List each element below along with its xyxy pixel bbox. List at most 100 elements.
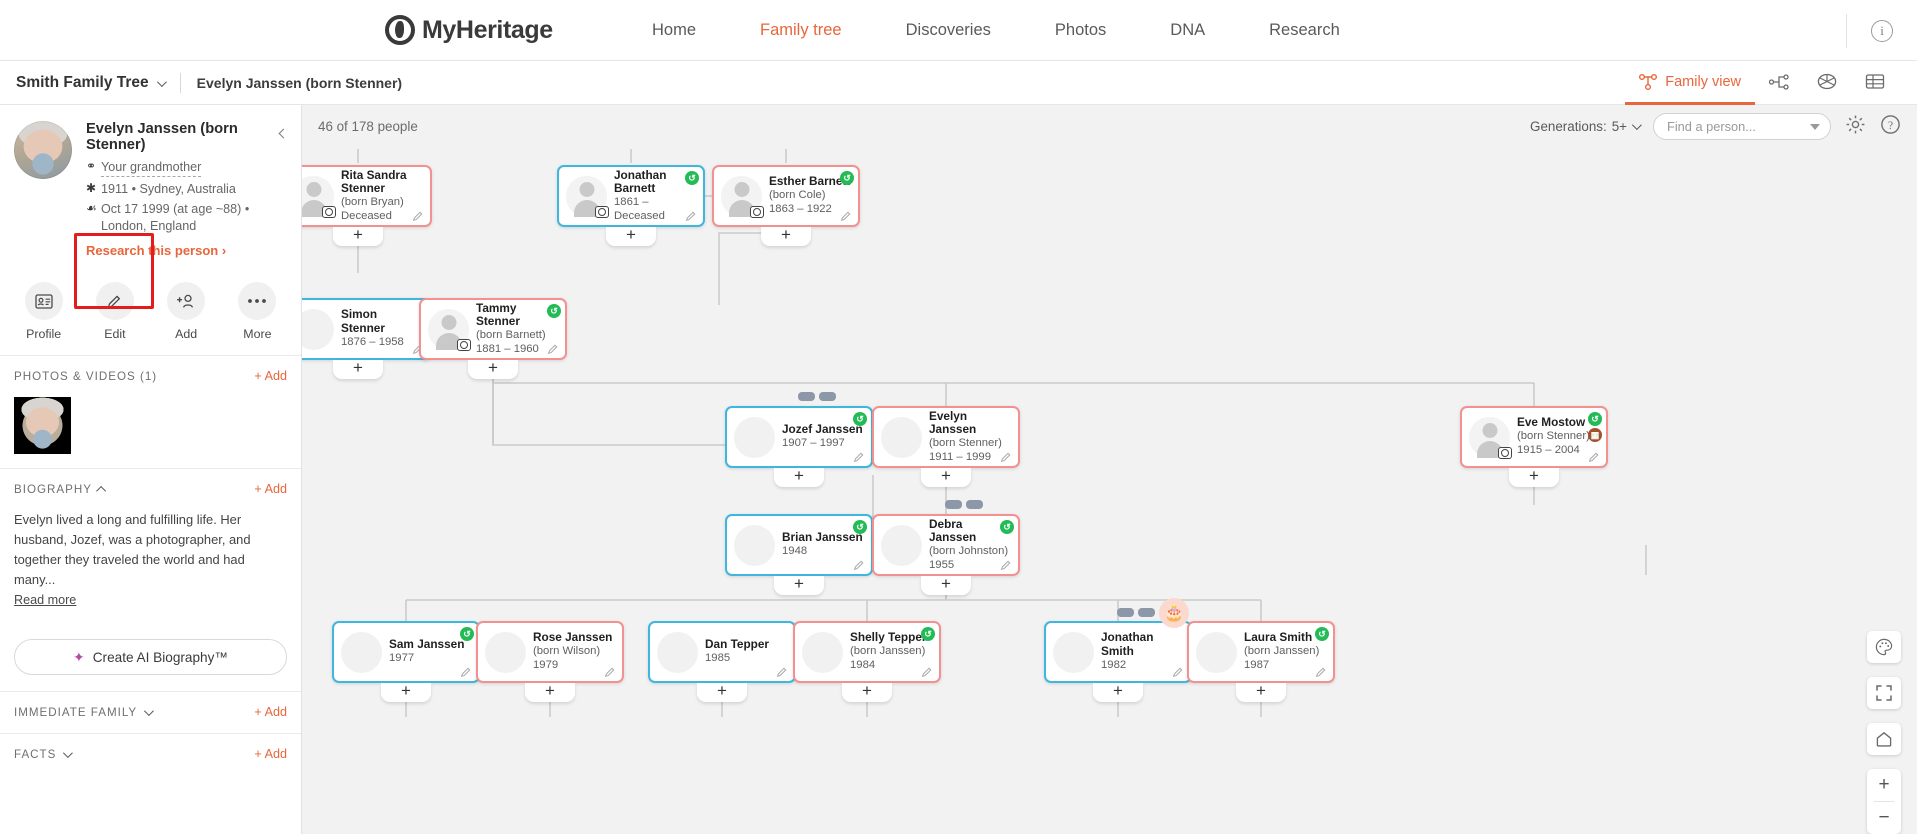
edit-pencil-icon[interactable] [685, 209, 697, 222]
smart-match-badge[interactable]: ↺ [853, 520, 867, 534]
person-card-shelly[interactable]: Shelly Tepper (born Janssen) 1984 ↺ [793, 621, 941, 683]
person-card-dan[interactable]: Dan Tepper 1985 [648, 621, 796, 683]
record-match-badge[interactable]: ▦ [1588, 428, 1602, 442]
fullscreen-button[interactable] [1867, 677, 1901, 709]
tab-family-view[interactable]: Family view [1625, 61, 1755, 105]
add-button[interactable]: Add [151, 276, 222, 345]
person-card-laura[interactable]: Laura Smith (born Janssen) 1987 ↺ [1187, 621, 1335, 683]
biography-title[interactable]: BIOGRAPHY [14, 483, 287, 496]
edit-pencil-icon[interactable] [1000, 450, 1012, 463]
edit-pencil-icon[interactable] [921, 665, 933, 678]
marriage-indicator[interactable] [1117, 608, 1155, 617]
tree-selector[interactable]: Smith Family Tree [16, 74, 167, 92]
add-relative-button[interactable]: + [697, 682, 747, 702]
immediate-family-add-button[interactable]: + Add [254, 705, 287, 719]
camera-icon[interactable] [1498, 446, 1512, 459]
info-icon[interactable]: i [1871, 19, 1893, 42]
person-card-jonathan_smith[interactable]: Jonathan Smith 1982 [1044, 621, 1192, 683]
add-relative-button[interactable]: + [921, 575, 971, 595]
nav-item-discoveries[interactable]: Discoveries [874, 21, 1023, 40]
smart-match-badge[interactable]: ↺ [1588, 412, 1602, 426]
add-relative-button[interactable]: + [333, 226, 383, 246]
home-button[interactable] [1867, 723, 1901, 755]
person-card-simon[interactable]: Simon Stenner 1876 – 1958 [302, 298, 432, 360]
smart-match-badge[interactable]: ↺ [547, 304, 561, 318]
edit-pencil-icon[interactable] [460, 665, 472, 678]
add-relative-button[interactable]: + [333, 359, 383, 379]
add-relative-button[interactable]: + [1093, 682, 1143, 702]
camera-icon[interactable] [457, 338, 471, 351]
nav-item-family-tree[interactable]: Family tree [728, 21, 874, 40]
nav-item-photos[interactable]: Photos [1023, 21, 1138, 40]
theme-button[interactable] [1867, 631, 1901, 663]
add-relative-button[interactable]: + [761, 226, 811, 246]
marriage-indicator[interactable] [798, 392, 836, 401]
create-ai-biography-button[interactable]: ✦ Create AI Biography™ [14, 639, 287, 676]
edit-pencil-icon[interactable] [1315, 665, 1327, 678]
add-relative-button[interactable]: + [842, 682, 892, 702]
tab-fan-view[interactable] [1803, 61, 1851, 105]
avatar[interactable] [14, 121, 72, 179]
immediate-family-title[interactable]: IMMEDIATE FAMILY [14, 706, 287, 719]
smart-match-badge[interactable]: ↺ [853, 412, 867, 426]
add-relative-button[interactable]: + [1509, 467, 1559, 487]
add-relative-button[interactable]: + [606, 226, 656, 246]
person-card-esther[interactable]: Esther Barnett (born Cole) 1863 – 1922 ↺ [712, 165, 860, 227]
nav-item-research[interactable]: Research [1237, 21, 1372, 40]
profile-button[interactable]: Profile [8, 276, 79, 345]
collapse-sidebar-button[interactable] [273, 123, 293, 143]
add-relative-button[interactable]: + [774, 467, 824, 487]
smart-match-badge[interactable]: ↺ [460, 627, 474, 641]
birthday-cake-badge[interactable]: 🎂 [1159, 598, 1189, 628]
person-card-jozef[interactable]: Jozef Janssen 1907 – 1997 ↺ [725, 406, 873, 468]
add-relative-button[interactable]: + [381, 682, 431, 702]
edit-pencil-icon[interactable] [412, 209, 424, 222]
biography-add-button[interactable]: + Add [254, 482, 287, 496]
smart-match-badge[interactable]: ↺ [685, 171, 699, 185]
person-card-rita[interactable]: Rita Sandra Stenner (born Bryan) Deceased [302, 165, 432, 227]
tab-list-view[interactable] [1851, 61, 1899, 105]
edit-button[interactable]: Edit [79, 276, 150, 345]
facts-title[interactable]: FACTS [14, 748, 287, 761]
read-more-link[interactable]: Read more [14, 593, 76, 607]
person-card-eve[interactable]: Eve Mostow (born Stenner) 1915 – 2004 ↺ ▦ [1460, 406, 1608, 468]
smart-match-badge[interactable]: ↺ [1315, 627, 1329, 641]
camera-icon[interactable] [750, 205, 764, 218]
more-button[interactable]: More [222, 276, 293, 345]
person-card-rose[interactable]: Rose Janssen (born Wilson) 1979 [476, 621, 624, 683]
smart-match-badge[interactable]: ↺ [921, 627, 935, 641]
edit-pencil-icon[interactable] [547, 342, 559, 355]
edit-pencil-icon[interactable] [776, 665, 788, 678]
photo-thumbnail[interactable] [14, 397, 71, 455]
facts-add-button[interactable]: + Add [254, 747, 287, 761]
marriage-indicator[interactable] [945, 500, 983, 509]
family-tree-canvas[interactable]: 46 of 178 people Generations: 5+ Find a … [302, 105, 1917, 834]
add-relative-button[interactable]: + [921, 467, 971, 487]
edit-pencil-icon[interactable] [1172, 665, 1184, 678]
edit-pencil-icon[interactable] [853, 450, 865, 463]
person-card-jonathan_barnett[interactable]: Jonathan Barnett 1861 – Deceased ↺ [557, 165, 705, 227]
edit-pencil-icon[interactable] [1000, 558, 1012, 571]
edit-pencil-icon[interactable] [840, 209, 852, 222]
edit-pencil-icon[interactable] [1588, 450, 1600, 463]
person-card-evelyn[interactable]: Evelyn Janssen (born Stenner) 1911 – 1999 [872, 406, 1020, 468]
add-relative-button[interactable]: + [525, 682, 575, 702]
edit-pencil-icon[interactable] [604, 665, 616, 678]
research-this-person-link[interactable]: Research this person › [86, 243, 287, 258]
smart-match-badge[interactable]: ↺ [1000, 520, 1014, 534]
zoom-out-button[interactable]: − [1867, 802, 1901, 834]
person-card-tammy[interactable]: Tammy Stenner (born Barnett) 1881 – 1960 ↺ [419, 298, 567, 360]
edit-pencil-icon[interactable] [853, 558, 865, 571]
nav-item-dna[interactable]: DNA [1138, 21, 1237, 40]
add-relative-button[interactable]: + [468, 359, 518, 379]
camera-icon[interactable] [595, 205, 609, 218]
myheritage-logo[interactable]: MyHeritage [385, 15, 553, 45]
add-relative-button[interactable]: + [1236, 682, 1286, 702]
smart-match-badge[interactable]: ↺ [840, 171, 854, 185]
person-card-brian[interactable]: Brian Janssen 1948 ↺ [725, 514, 873, 576]
add-relative-button[interactable]: + [774, 575, 824, 595]
person-card-debra[interactable]: Debra Janssen (born Johnston) 1955 ↺ [872, 514, 1020, 576]
person-card-sam[interactable]: Sam Janssen 1977 ↺ [332, 621, 480, 683]
nav-item-home[interactable]: Home [620, 21, 728, 40]
camera-icon[interactable] [322, 205, 336, 218]
